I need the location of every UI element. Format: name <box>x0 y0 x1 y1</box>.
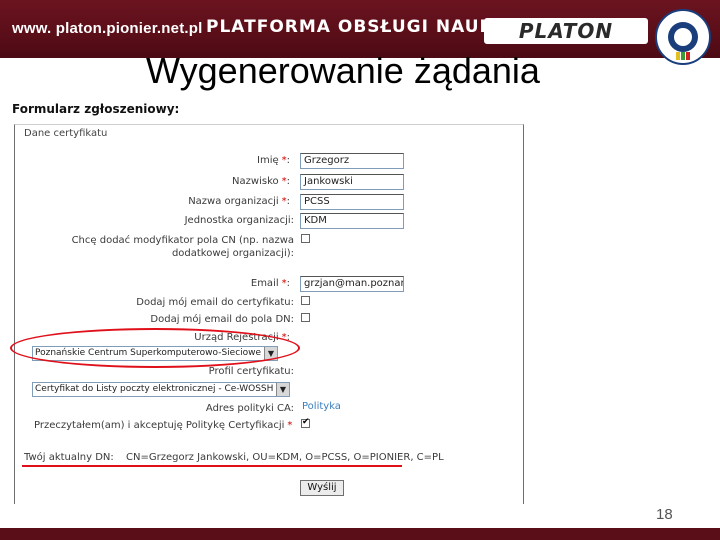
add-email-cert-checkbox[interactable] <box>301 296 310 305</box>
profile-label: Profil certyfikatu: <box>208 366 294 377</box>
first-name-input[interactable]: Grzegorz <box>300 153 404 169</box>
accept-policy-label: Przeczytałem(am) i akceptuję Politykę Ce… <box>34 420 293 431</box>
banner-url: www. platon.pionier.net.pl <box>12 20 203 37</box>
pionier-seal-icon <box>655 9 711 65</box>
profile-select[interactable]: Certyfikat do Listy poczty elektroniczne… <box>32 382 290 397</box>
ca-policy-link[interactable]: Polityka <box>302 401 341 412</box>
accept-policy-checkbox[interactable] <box>301 417 310 428</box>
highlight-ellipse <box>10 328 300 368</box>
organization-label: Nazwa organizacji *: <box>188 196 290 207</box>
banner-platform-name: PLATFORMA OBSŁUGI NAUKI <box>206 17 501 37</box>
highlight-underline <box>22 465 402 467</box>
chevron-down-icon[interactable]: ▼ <box>276 383 289 396</box>
add-email-dn-checkbox[interactable] <box>301 313 310 322</box>
form-caption: Formularz zgłoszeniowy: <box>12 102 180 116</box>
first-name-label: Imię *: <box>257 155 290 166</box>
current-dn-label: Twój aktualny DN: <box>24 452 114 463</box>
add-email-cert-label: Dodaj mój email do certyfikatu: <box>136 297 294 308</box>
org-unit-label: Jednostka organizacji: <box>184 215 294 226</box>
organization-input[interactable]: PCSS <box>300 194 404 210</box>
slide-title: Wygenerowanie żądania <box>146 50 540 91</box>
last-name-label: Nazwisko *: <box>232 176 290 187</box>
add-email-dn-label: Dodaj mój email do pola DN: <box>150 314 294 325</box>
ca-policy-label: Adres polityki CA: <box>205 403 294 414</box>
fieldset-legend: Dane certyfikatu <box>24 128 108 139</box>
cn-modifier-checkbox[interactable] <box>301 234 310 243</box>
footer-bar <box>0 528 720 540</box>
current-dn-value: CN=Grzegorz Jankowski, OU=KDM, O=PCSS, O… <box>126 452 444 463</box>
email-input[interactable]: grzjan@man.poznan.pl <box>300 276 404 292</box>
email-label: Email *: <box>250 278 290 289</box>
last-name-input[interactable]: Jankowski <box>300 174 404 190</box>
cn-modifier-label-line2: dodatkowej organizacji): <box>171 248 294 259</box>
profile-value: Certyfikat do Listy poczty elektroniczne… <box>35 384 274 394</box>
cn-modifier-label-line1: Chcę dodać modyfikator pola CN (np. nazw… <box>71 235 294 246</box>
platon-logo-text: PLATON <box>518 19 614 43</box>
submit-button[interactable]: Wyślij <box>300 480 344 496</box>
platon-logo: PLATON <box>484 18 648 44</box>
page-number: 18 <box>656 506 673 523</box>
org-unit-input[interactable]: KDM <box>300 213 404 229</box>
